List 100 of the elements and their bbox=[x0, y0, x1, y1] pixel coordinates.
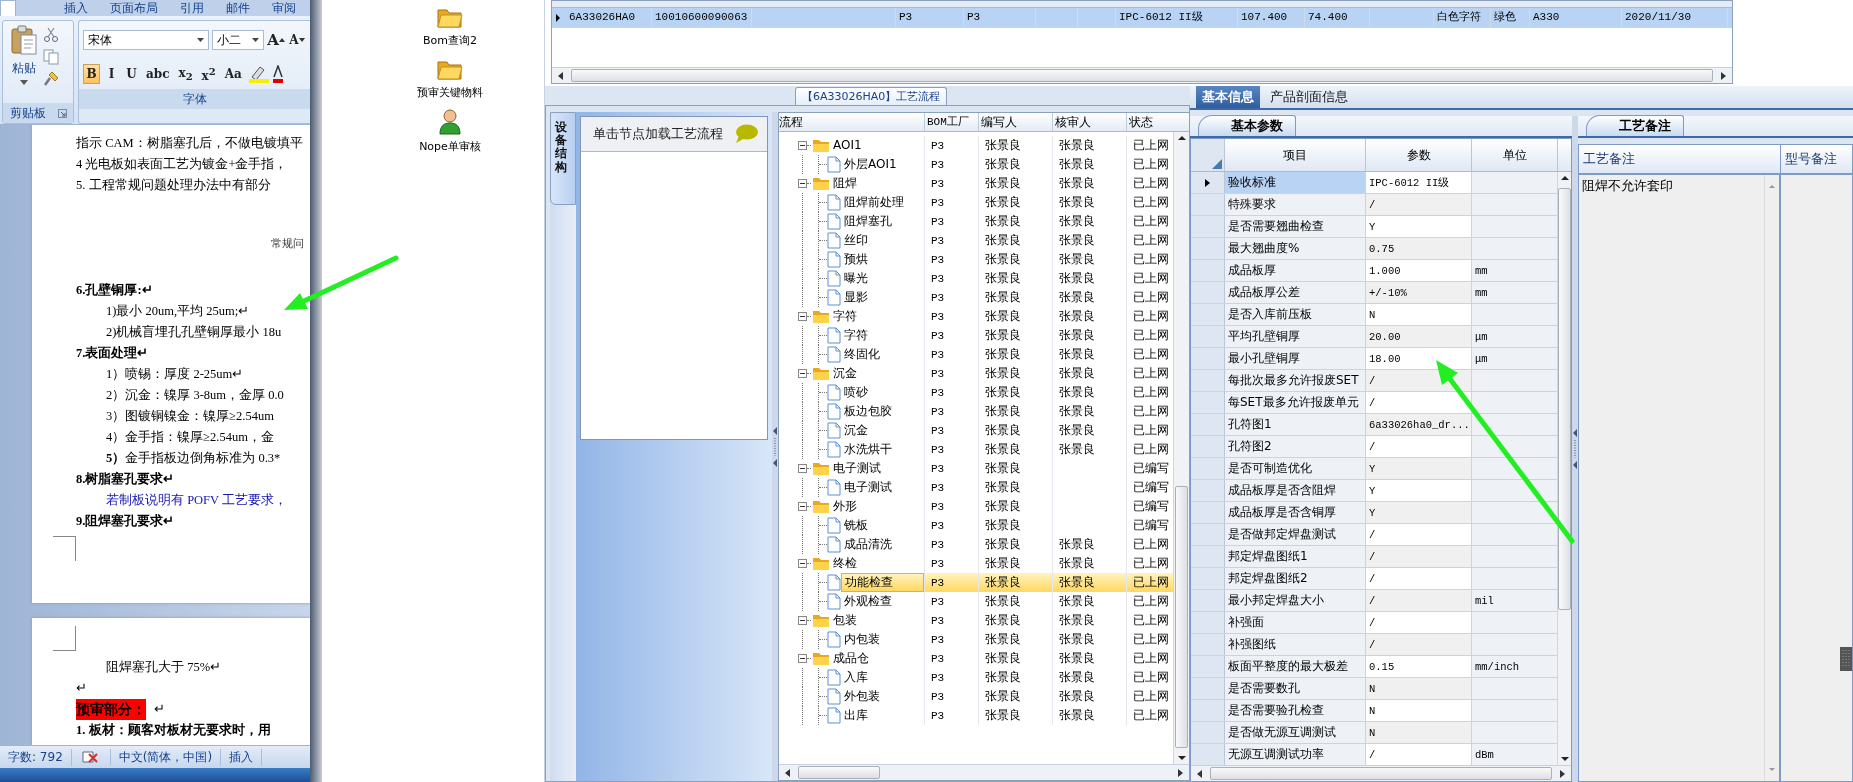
font-family-dropdown[interactable]: 宋体 bbox=[83, 30, 209, 50]
tree-row[interactable]: 外形 P3 张景良 已编写 bbox=[779, 497, 1173, 516]
panel-tab[interactable]: 工艺备注 bbox=[1586, 115, 1684, 136]
tree-row[interactable]: 板边包胶 P3 张景良 张景良 已上网 bbox=[779, 402, 1173, 421]
parameter-row[interactable]: 成品板厚是否含铜厚 Y bbox=[1191, 502, 1557, 524]
tree-row[interactable]: 成品清洗 P3 张景良 张景良 已上网 bbox=[779, 535, 1173, 554]
tree-row[interactable]: 成品仓 P3 张景良 张景良 已上网 bbox=[779, 649, 1173, 668]
insert-mode-indicator[interactable]: 插入 bbox=[221, 748, 263, 766]
tree-row[interactable]: 功能检查 P3 张景良 张景良 已上网 bbox=[779, 573, 1173, 592]
column-header[interactable]: 项目 bbox=[1225, 139, 1366, 171]
vertical-scrollbar[interactable] bbox=[1173, 132, 1189, 764]
tree-row[interactable]: 电子测试 P3 张景良 已编写 bbox=[779, 478, 1173, 497]
parameter-row[interactable]: 成品板厚 1.000 mm bbox=[1191, 260, 1557, 282]
column-header[interactable]: 编写人 bbox=[979, 113, 1053, 131]
dialog-launcher-icon[interactable] bbox=[57, 108, 67, 118]
highlighter-icon[interactable] bbox=[247, 65, 270, 83]
font-color-icon[interactable] bbox=[272, 65, 283, 83]
tree-row[interactable]: 阻焊前处理 P3 张景良 张景良 已上网 bbox=[779, 193, 1173, 212]
panel-tab[interactable]: 【6A33026HA0】工艺流程 bbox=[795, 87, 948, 105]
parameter-row[interactable]: 是否可制造优化 Y bbox=[1191, 458, 1557, 480]
tree-row[interactable]: AOI1 P3 张景良 张景良 已上网 bbox=[779, 136, 1173, 155]
parameter-row[interactable]: 是否需要翘曲检查 Y bbox=[1191, 216, 1557, 238]
collapse-icon[interactable] bbox=[798, 464, 807, 473]
user-icon[interactable] bbox=[438, 109, 462, 135]
collapse-icon[interactable] bbox=[798, 179, 807, 188]
tree-row[interactable]: 阻焊塞孔 P3 张景良 张景良 已上网 bbox=[779, 212, 1173, 231]
format-button[interactable]: Aa bbox=[221, 64, 245, 84]
tree-row[interactable]: 外层AOI1 P3 张景良 张景良 已上网 bbox=[779, 155, 1173, 174]
collapse-icon[interactable] bbox=[798, 616, 807, 625]
parameter-row[interactable]: 补强图纸 / bbox=[1191, 634, 1557, 656]
column-header[interactable]: 状态 bbox=[1127, 113, 1189, 131]
info-tab[interactable]: 基本信息 bbox=[1196, 86, 1260, 108]
collapse-icon[interactable] bbox=[798, 559, 807, 568]
collapse-icon[interactable] bbox=[798, 654, 807, 663]
font-size-dropdown[interactable]: 小二 bbox=[212, 30, 264, 50]
parameter-row[interactable]: 验收标准 IPC-6012 II级 bbox=[1191, 172, 1557, 194]
tree-row[interactable]: 入库 P3 张景良 张景良 已上网 bbox=[779, 668, 1173, 687]
tree-row[interactable]: 字符 P3 张景良 张景良 已上网 bbox=[779, 326, 1173, 345]
parameter-row[interactable]: 邦定焊盘图纸1 / bbox=[1191, 546, 1557, 568]
tree-row[interactable]: 显影 P3 张景良 张景良 已上网 bbox=[779, 288, 1173, 307]
parameter-row[interactable]: 成品板厚是否含阻焊 Y bbox=[1191, 480, 1557, 502]
paste-button[interactable]: 粘贴 bbox=[5, 25, 43, 95]
shrink-font-button[interactable]: A bbox=[288, 30, 306, 50]
format-button[interactable]: I bbox=[103, 64, 120, 84]
splitter-grip-icon[interactable] bbox=[772, 426, 778, 467]
grip-icon[interactable] bbox=[1840, 647, 1852, 671]
language-indicator[interactable]: 中文(简体，中国) bbox=[110, 748, 222, 766]
parameter-row[interactable]: 无源互调测试功率 / dBm bbox=[1191, 744, 1557, 765]
parameter-row[interactable]: 是否做无源互调测试 N bbox=[1191, 722, 1557, 744]
word-count[interactable]: 字数: 792 bbox=[0, 748, 72, 766]
tree-row[interactable]: 字符 P3 张景良 张景良 已上网 bbox=[779, 307, 1173, 326]
collapse-icon[interactable] bbox=[798, 369, 807, 378]
info-tab[interactable]: 产品剖面信息 bbox=[1264, 86, 1354, 108]
column-header[interactable]: 工艺备注 bbox=[1579, 145, 1781, 173]
parameter-row[interactable]: 平均孔壁铜厚 20.00 μm bbox=[1191, 326, 1557, 348]
ribbon-tab[interactable]: 页面布局 bbox=[102, 1, 166, 16]
parameter-row[interactable]: 每批次最多允许报废SET / bbox=[1191, 370, 1557, 392]
parameter-row[interactable]: 孔符图2 / bbox=[1191, 436, 1557, 458]
format-button[interactable]: B bbox=[83, 64, 100, 84]
ribbon-tab[interactable]: 审阅 bbox=[264, 1, 304, 16]
parameter-row[interactable]: 板面平整度的最大极差 0.15 mm/inch bbox=[1191, 656, 1557, 678]
parameter-row[interactable]: 是否入库前压板 N bbox=[1191, 304, 1557, 326]
ribbon-tab[interactable]: 插入 bbox=[56, 1, 96, 16]
tree-row[interactable]: 沉金 P3 张景良 张景良 已上网 bbox=[779, 364, 1173, 383]
parameter-row[interactable]: 是否需要数孔 N bbox=[1191, 678, 1557, 700]
parameter-row[interactable]: 是否做邦定焊盘测试 / bbox=[1191, 524, 1557, 546]
tree-row[interactable]: 预烘 P3 张景良 张景良 已上网 bbox=[779, 250, 1173, 269]
tree-row[interactable]: 终固化 P3 张景良 张景良 已上网 bbox=[779, 345, 1173, 364]
format-button[interactable]: U bbox=[123, 64, 140, 84]
horizontal-scrollbar[interactable] bbox=[1191, 765, 1571, 781]
parameter-row[interactable]: 每SET最多允许报废单元 / bbox=[1191, 392, 1557, 414]
tree-row[interactable]: 外观检查 P3 张景良 张景良 已上网 bbox=[779, 592, 1173, 611]
tree-row[interactable]: 外包装 P3 张景良 张景良 已上网 bbox=[779, 687, 1173, 706]
tree-row[interactable]: 内包装 P3 张景良 张景良 已上网 bbox=[779, 630, 1173, 649]
navigation-item[interactable]: Nope单审核 bbox=[419, 139, 481, 154]
format-button[interactable]: x$^{2}$ bbox=[198, 64, 219, 84]
parameter-row[interactable]: 最小邦定焊盘大小 / mil bbox=[1191, 590, 1557, 612]
format-painter-icon[interactable] bbox=[43, 71, 59, 87]
vertical-scrollbar[interactable] bbox=[1557, 172, 1571, 765]
parameter-row[interactable]: 补强面 / bbox=[1191, 612, 1557, 634]
parameter-row[interactable]: 特殊要求 / bbox=[1191, 194, 1557, 216]
splitter-grip-icon[interactable] bbox=[1572, 429, 1578, 469]
ribbon-tab[interactable]: 邮件 bbox=[218, 1, 258, 16]
tree-row[interactable]: 铣板 P3 张景良 已编写 bbox=[779, 516, 1173, 535]
tree-row[interactable]: 阻焊 P3 张景良 张景良 已上网 bbox=[779, 174, 1173, 193]
parameter-row[interactable]: 邦定焊盘图纸2 / bbox=[1191, 568, 1557, 590]
column-header[interactable]: 单位 bbox=[1472, 139, 1558, 171]
tree-row[interactable]: 包装 P3 张景良 张景良 已上网 bbox=[779, 611, 1173, 630]
parameter-row[interactable]: 成品板厚公差 +/-10% mm bbox=[1191, 282, 1557, 304]
tree-row[interactable]: 沉金 P3 张景良 张景良 已上网 bbox=[779, 421, 1173, 440]
format-button[interactable]: abc bbox=[143, 64, 173, 84]
parameter-row[interactable]: 最大翘曲度% 0.75 bbox=[1191, 238, 1557, 260]
format-button[interactable]: x$_{2}$ bbox=[175, 64, 196, 84]
grow-font-button[interactable]: A bbox=[267, 30, 285, 50]
tree-row[interactable]: 喷砂 P3 张景良 张景良 已上网 bbox=[779, 383, 1173, 402]
ribbon-tab[interactable]: 引用 bbox=[172, 1, 212, 16]
tree-row[interactable]: 出库 P3 张景良 张景良 已上网 bbox=[779, 706, 1173, 725]
grid-row[interactable]: 6A33026HA0 10010600090063 P3 P3 IPC-6012 II级 107.400 74.400 白色字符 绿色 A330 2020/11/30 bbox=[552, 8, 1732, 28]
column-header[interactable]: 核审人 bbox=[1053, 113, 1127, 131]
column-header[interactable]: 流程 bbox=[779, 113, 925, 131]
